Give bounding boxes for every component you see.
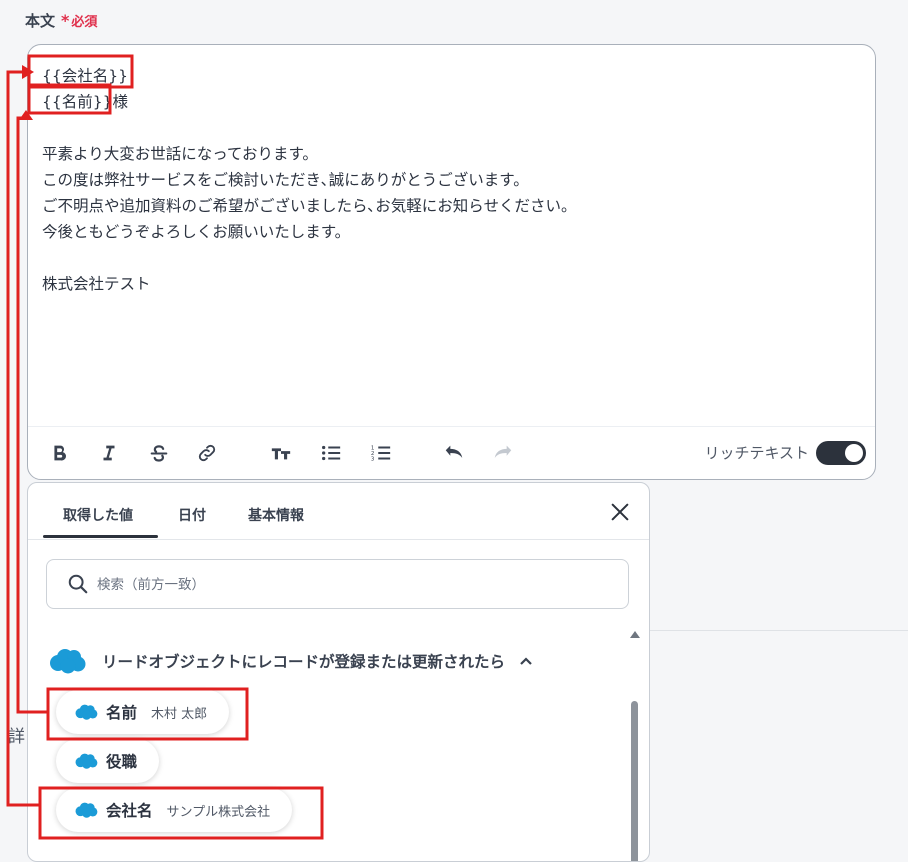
rich-text-toggle[interactable] (816, 441, 866, 465)
search-icon (68, 574, 88, 594)
editor-content[interactable]: {{会社名}} {{名前}}様 平素より大変お世話になっております。 この度は弊… (42, 63, 576, 297)
scroll-up-icon[interactable] (630, 631, 640, 638)
variable-chip-title[interactable]: 役職 (56, 739, 160, 783)
strikethrough-icon[interactable] (146, 440, 172, 466)
chip-value: 木村 太郎 (151, 706, 208, 722)
editor-line: {{会社名}} (42, 67, 128, 85)
editor-line: 株式会社テスト (42, 275, 151, 293)
chip-label: 名前 (106, 704, 138, 722)
background-divider (650, 630, 908, 631)
italic-icon[interactable] (96, 440, 122, 466)
chip-value: サンプル株式会社 (166, 804, 271, 820)
editor-toolbar: 123 リッチテキスト (28, 426, 875, 479)
variable-picker-panel: 取得した値 日付 基本情報 リードオブジェクトにレコードが登録または更新されたら… (27, 482, 650, 862)
variable-chip-company[interactable]: 会社名 サンプル株式会社 (56, 788, 293, 832)
tab-basic-info[interactable]: 基本情報 (248, 505, 304, 525)
trigger-group-header[interactable]: リードオブジェクトにレコードが登録または更新されたら (48, 646, 533, 676)
editor-line: 平素より大変お世話になっております。 (42, 145, 318, 163)
link-icon[interactable] (194, 440, 220, 466)
active-tab-indicator (43, 535, 158, 538)
required-text: 必須 (71, 15, 98, 30)
variable-chip-name[interactable]: 名前 木村 太郎 (56, 690, 230, 734)
bullet-list-icon[interactable] (318, 440, 344, 466)
partial-label: 詳 (8, 727, 25, 747)
group-title: リードオブジェクトにレコードが登録または更新されたら (102, 653, 506, 671)
body-editor[interactable]: {{会社名}} {{名前}}様 平素より大変お世話になっております。 この度は弊… (27, 44, 876, 480)
editor-line: この度は弊社サービスをご検討いただき､誠にありがとうございます。 (42, 171, 529, 189)
chevron-up-icon[interactable] (519, 654, 533, 668)
field-label-text: 本文 (25, 12, 56, 30)
salesforce-cloud-icon (75, 802, 98, 818)
scrollbar[interactable] (629, 631, 641, 861)
editor-line: ご不明点や追加資料のご希望がございましたら､お気軽にお知らせください。 (42, 197, 577, 215)
salesforce-cloud-icon (75, 704, 98, 720)
toggle-knob (845, 444, 863, 462)
heading-icon[interactable] (268, 440, 294, 466)
undo-icon[interactable] (441, 440, 467, 466)
salesforce-cloud-icon (50, 649, 86, 674)
panel-tabs: 取得した値 日付 基本情報 (28, 483, 649, 540)
chip-label: 役職 (106, 753, 138, 771)
field-label: 本文 * 必須 (25, 10, 97, 31)
required-star: * (61, 11, 70, 30)
editor-line: {{名前}}様 (42, 93, 128, 111)
svg-text:3: 3 (371, 456, 375, 462)
redo-icon[interactable] (490, 440, 516, 466)
search-field[interactable] (46, 559, 629, 609)
close-icon[interactable] (609, 501, 631, 523)
scrollbar-thumb[interactable] (631, 701, 638, 861)
tab-acquired-values[interactable]: 取得した値 (63, 505, 133, 525)
salesforce-cloud-icon (75, 753, 98, 769)
tab-date[interactable]: 日付 (178, 505, 206, 525)
rich-text-label: リッチテキスト (704, 444, 809, 462)
chip-label: 会社名 (106, 802, 153, 820)
bold-icon[interactable] (46, 440, 72, 466)
editor-line: 今後ともどうぞよろしくお願いいたします。 (42, 223, 351, 241)
numbered-list-icon[interactable]: 123 (368, 440, 394, 466)
search-input[interactable] (95, 572, 599, 598)
